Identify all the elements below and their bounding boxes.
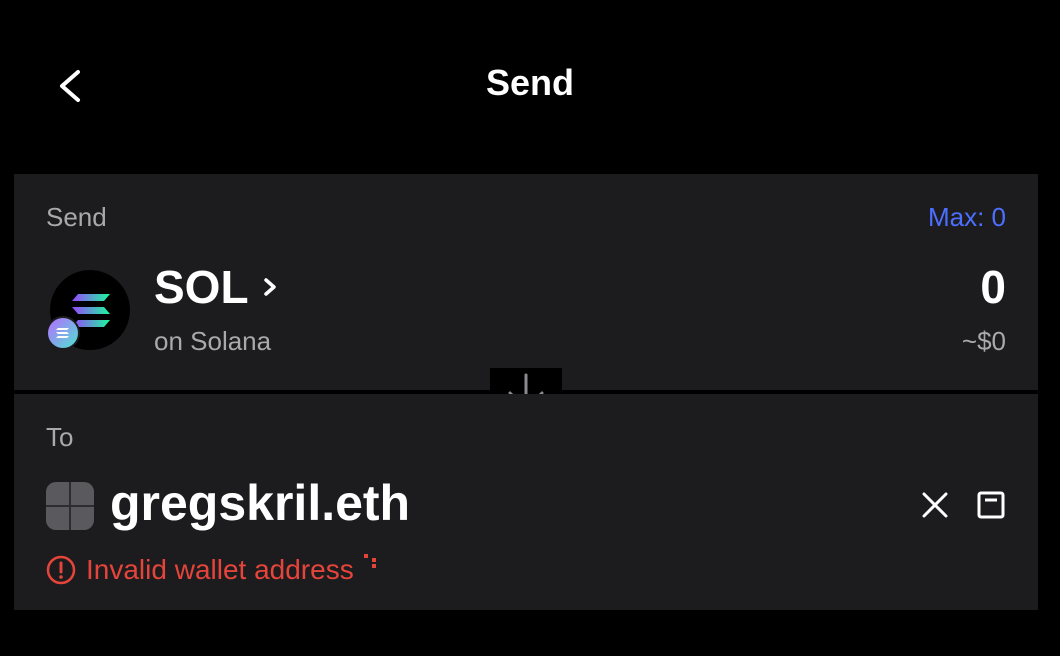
chevron-right-icon	[263, 278, 276, 296]
token-network: on Solana	[154, 326, 272, 356]
clear-address-button[interactable]	[920, 490, 950, 520]
to-label: To	[46, 422, 74, 452]
recipient-card: To gregskril.eth Invalid wallet address	[14, 394, 1038, 610]
token-selector[interactable]: SOL	[154, 260, 281, 314]
error-message: Invalid wallet address	[86, 554, 354, 585]
save-contact-icon	[977, 491, 1005, 519]
error-icon	[46, 555, 76, 585]
loading-dots-icon	[363, 554, 376, 568]
send-card: Send Max: 0 SOL on Solana 0 ~$0	[14, 174, 1038, 390]
token-symbol: SOL	[154, 261, 249, 313]
address-error: Invalid wallet address	[46, 554, 378, 586]
avatar	[46, 482, 94, 530]
amount-input[interactable]: 0	[980, 260, 1006, 314]
header: Send	[0, 0, 1060, 170]
max-button[interactable]: Max: 0	[928, 202, 1006, 233]
network-badge-icon	[46, 316, 80, 350]
send-label: Send	[46, 202, 107, 232]
page-title: Send	[485, 62, 574, 103]
save-contact-button[interactable]	[976, 490, 1006, 520]
fiat-value: ~$0	[961, 326, 1006, 356]
close-icon	[922, 492, 948, 518]
recipient-address-input[interactable]: gregskril.eth	[110, 474, 410, 532]
